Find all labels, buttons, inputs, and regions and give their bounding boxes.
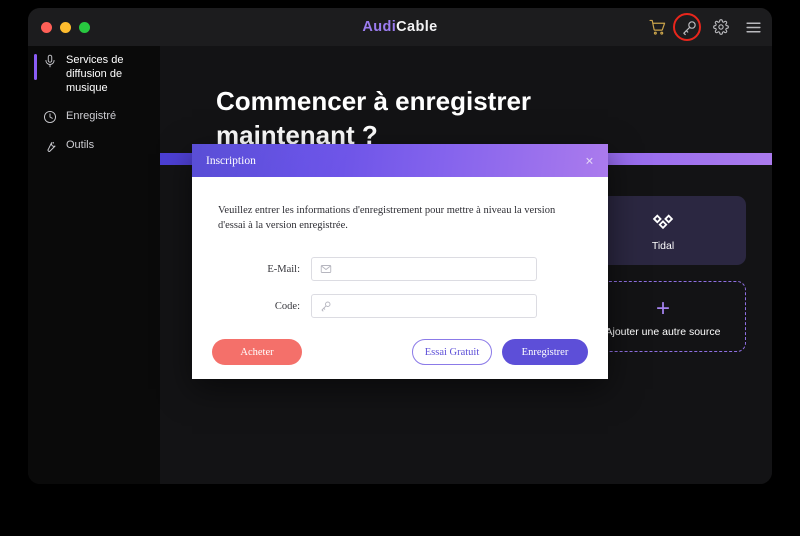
free-trial-button[interactable]: Essai Gratuit bbox=[412, 339, 492, 365]
email-form-row: E-Mail: bbox=[218, 257, 582, 281]
titlebar: AudiCable bbox=[28, 8, 772, 46]
dialog-actions: Acheter Essai Gratuit Enregistrer bbox=[192, 339, 608, 365]
app-window: AudiCable Services de diffusion de musiq… bbox=[28, 8, 772, 484]
gear-icon[interactable] bbox=[712, 18, 730, 36]
code-field-label: Code: bbox=[274, 300, 300, 312]
service-card-label: Ajouter une autre source bbox=[605, 326, 721, 338]
key-icon[interactable] bbox=[673, 13, 701, 41]
close-window-button[interactable] bbox=[41, 21, 52, 33]
email-field-wrapper[interactable] bbox=[311, 257, 537, 281]
key-icon bbox=[319, 300, 332, 313]
minimize-window-button[interactable] bbox=[60, 21, 71, 33]
sidebar-item-label: Enregistré bbox=[66, 110, 117, 122]
tidal-icon bbox=[650, 209, 676, 236]
registration-dialog: Inscription × Veuillez entrer les inform… bbox=[192, 144, 608, 379]
cart-icon[interactable] bbox=[648, 18, 666, 36]
email-field-label: E-Mail: bbox=[267, 263, 300, 275]
titlebar-icons bbox=[648, 8, 762, 46]
app-logo-part2: Cable bbox=[396, 19, 438, 35]
sidebar-item-streaming-services[interactable]: Services de diffusion de musique bbox=[28, 46, 160, 102]
service-card-label: Tidal bbox=[651, 240, 675, 252]
dialog-header: Inscription × bbox=[192, 144, 608, 177]
register-button[interactable]: Enregistrer bbox=[502, 339, 588, 365]
plus-icon: + bbox=[655, 294, 670, 322]
envelope-icon bbox=[319, 263, 332, 276]
sidebar-item-recorded[interactable]: Enregistré bbox=[28, 102, 160, 131]
traffic-lights bbox=[41, 21, 90, 33]
clock-icon bbox=[43, 110, 57, 124]
sidebar-item-label: Outils bbox=[66, 139, 95, 151]
page-title: Commencer à enregistrer maintenant ? bbox=[216, 86, 532, 150]
code-input[interactable] bbox=[332, 296, 536, 316]
sidebar-item-label: Services de diffusion de musique bbox=[66, 54, 124, 94]
dialog-body: Veuillez entrer les informations d'enreg… bbox=[192, 177, 608, 379]
dialog-title: Inscription bbox=[206, 154, 256, 167]
app-logo-part1: Audi bbox=[362, 19, 397, 35]
email-input[interactable] bbox=[332, 259, 536, 279]
sidebar: Services de diffusion de musique Enregis… bbox=[28, 46, 160, 484]
maximize-window-button[interactable] bbox=[79, 21, 90, 33]
wrench-icon bbox=[43, 139, 57, 153]
dialog-description: Veuillez entrer les informations d'enreg… bbox=[218, 205, 556, 231]
microphone-icon bbox=[43, 54, 57, 68]
close-icon[interactable]: × bbox=[582, 153, 597, 168]
buy-button[interactable]: Acheter bbox=[212, 339, 302, 365]
menu-icon[interactable] bbox=[744, 18, 762, 36]
code-form-row: Code: bbox=[218, 294, 582, 318]
dialog-actions-right: Essai Gratuit Enregistrer bbox=[412, 339, 588, 365]
code-field-wrapper[interactable] bbox=[311, 294, 537, 318]
sidebar-item-tools[interactable]: Outils bbox=[28, 131, 160, 160]
